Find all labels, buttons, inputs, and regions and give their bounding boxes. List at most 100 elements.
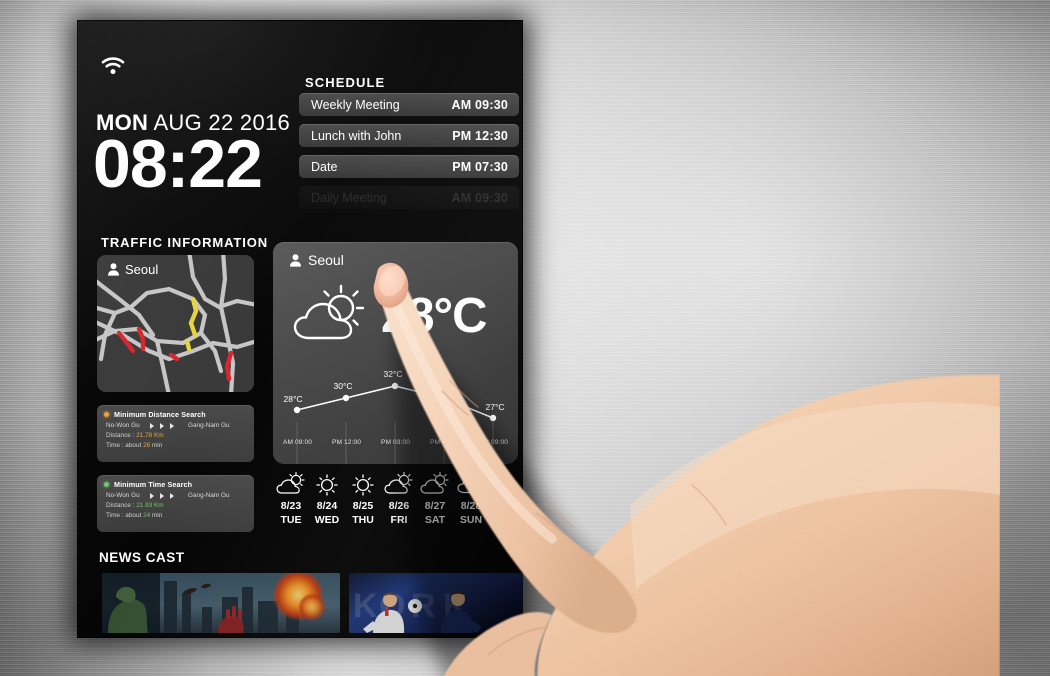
- route-name: Minimum Distance Search: [114, 410, 206, 419]
- traffic-map-city: Seoul: [107, 262, 158, 277]
- forecast-date: 8/26: [388, 500, 410, 512]
- forecast-day[interactable]: 8/28 SUN: [453, 472, 489, 540]
- schedule-item[interactable]: Lunch with John PM 12:30: [299, 124, 519, 147]
- schedule-title: SCHEDULE: [305, 75, 386, 90]
- weather-city-label: Seoul: [308, 252, 344, 268]
- route-card-minimum-distance[interactable]: Minimum Distance Search No-Won Gu Gang-N…: [97, 405, 254, 462]
- route-time-unit: min: [151, 442, 163, 449]
- weather-current: 28°C: [289, 284, 487, 348]
- forecast-day[interactable]: 8/23 TUE: [273, 472, 309, 540]
- wifi-icon: [101, 57, 125, 75]
- forecast-dow: WED: [314, 514, 340, 526]
- forecast-dow: M: [502, 514, 512, 526]
- forecast-date: 8/23: [280, 500, 302, 512]
- schedule-item[interactable]: Date PM 07:30: [299, 155, 519, 178]
- schedule-item-time: PM 12:30: [452, 128, 508, 143]
- weather-hourly-chart: 28°C 30°C 32°C 27°C: [284, 369, 505, 464]
- partly-cloudy-icon: [276, 472, 305, 494]
- route-distance-label: Distance :: [106, 432, 135, 439]
- chart-tick-label: AM 09:00: [282, 439, 313, 446]
- forecast-day[interactable]: 8/26 FRI: [381, 472, 417, 540]
- forecast-date: 8/27: [424, 500, 446, 512]
- chart-point-label: 32°C: [384, 369, 403, 379]
- partly-cloudy-icon: [384, 472, 413, 494]
- clock-time: 08:22: [93, 126, 263, 202]
- route-time: Time : about 24 min: [97, 509, 254, 519]
- route-distance: Distance : 21.78 Km: [97, 429, 254, 439]
- route-time-label: Time : about: [106, 512, 142, 519]
- news-thumbnail-movie-graphic: [102, 573, 340, 633]
- chart-tick-label: PM 09:00: [478, 439, 509, 446]
- route-time-value: 26: [143, 442, 151, 449]
- schedule-item-time: PM 07:30: [452, 159, 508, 174]
- route-arrow-icons: [150, 492, 174, 499]
- schedule-item-label: Weekly Meeting: [311, 97, 400, 112]
- news-thumbnail-sports-graphic: KO RK: [349, 573, 523, 633]
- location-pin-icon: [108, 263, 119, 276]
- touch-display-panel[interactable]: MON AUG 22 2016 08:22 SCHEDULE Weekly Me…: [77, 20, 523, 638]
- weather-card[interactable]: Seoul 28°C 28°C 30°C 32°C 27°C AM 09:00 …: [273, 242, 518, 464]
- traffic-section-title: TRAFFIC INFORMATION: [101, 235, 269, 250]
- route-card-minimum-time[interactable]: Minimum Time Search No-Won Gu Gang-Nam G…: [97, 475, 254, 532]
- route-arrow-icons: [150, 422, 174, 429]
- forecast-day[interactable]: 8/ M: [489, 472, 523, 540]
- news-thumbnail-movie[interactable]: [102, 573, 340, 633]
- route-status-dot: [104, 412, 109, 417]
- route-distance-label: Distance :: [106, 502, 135, 509]
- route-card-header: Minimum Distance Search: [97, 405, 254, 419]
- weather-hourly-times: AM 09:00 PM 12:00 PM 03:00 PM 06:00 PM 0…: [273, 439, 518, 446]
- weather-forecast-strip: 8/23 TUE 8/24 WED 8/25 THU 8/26 FRI 8/27…: [273, 472, 523, 540]
- forecast-dow: SAT: [424, 514, 446, 526]
- route-time-unit: min: [151, 512, 163, 519]
- route-from: No-Won Gu: [106, 422, 140, 429]
- news-section-title: NEWS CAST: [99, 550, 185, 565]
- forecast-dow: SUN: [459, 514, 483, 526]
- route-status-dot: [104, 482, 109, 487]
- schedule-item-label: Date: [311, 159, 338, 174]
- schedule-item-time: AM 09:30: [451, 97, 508, 112]
- schedule-item[interactable]: Daily Meeting AM 09:30: [299, 186, 519, 209]
- location-pin-icon: [290, 253, 301, 267]
- route-name: Minimum Time Search: [114, 480, 193, 489]
- schedule-list: Weekly Meeting AM 09:30 Lunch with John …: [299, 93, 519, 217]
- forecast-date: 8/28: [460, 500, 482, 512]
- cloudy-icon: [493, 477, 520, 494]
- schedule-item[interactable]: Weekly Meeting AM 09:30: [299, 93, 519, 116]
- route-distance-value: 21.78 Km: [136, 432, 164, 439]
- route-to: Gang-Nam Gu: [188, 422, 230, 429]
- route-distance: Distance : 21.93 Km: [97, 499, 254, 509]
- route-time: Time : about 26 min: [97, 439, 254, 449]
- forecast-dow: FRI: [390, 514, 408, 526]
- chart-tick-label: PM 06:00: [429, 439, 460, 446]
- forecast-date: 8/25: [352, 500, 374, 512]
- route-time-value: 24: [143, 512, 151, 519]
- route-card-header: Minimum Time Search: [97, 475, 254, 489]
- route-endpoints: No-Won Gu Gang-Nam Gu: [97, 489, 254, 499]
- schedule-item-label: Lunch with John: [311, 128, 402, 143]
- chart-tick-label: PM 12:00: [331, 439, 362, 446]
- sunny-icon: [352, 474, 374, 496]
- forecast-day[interactable]: 8/24 WED: [309, 472, 345, 540]
- forecast-dow: TUE: [280, 514, 302, 526]
- chart-point-label: 28°C: [284, 394, 303, 404]
- partly-cloudy-icon: [420, 472, 449, 494]
- chart-point-label: 27°C: [486, 402, 505, 412]
- route-to: Gang-Nam Gu: [188, 492, 230, 499]
- schedule-item-label: Daily Meeting: [311, 190, 387, 205]
- traffic-map-city-label: Seoul: [125, 262, 159, 277]
- forecast-day[interactable]: 8/25 THU: [345, 472, 381, 540]
- weather-current-temp: 28°C: [381, 288, 487, 343]
- forecast-dow: THU: [352, 514, 374, 526]
- sunny-icon: [316, 474, 338, 496]
- forecast-date: 8/24: [316, 500, 338, 512]
- traffic-map-card[interactable]: Seoul: [97, 255, 254, 392]
- forecast-day[interactable]: 8/27 SAT: [417, 472, 453, 540]
- forecast-date: 8/: [502, 500, 512, 512]
- chart-tick-label: PM 03:00: [380, 439, 411, 446]
- weather-city: Seoul: [289, 252, 344, 268]
- cloudy-icon: [457, 477, 484, 494]
- route-endpoints: No-Won Gu Gang-Nam Gu: [97, 419, 254, 429]
- partly-cloudy-icon: [293, 284, 365, 340]
- chart-point-label: 30°C: [334, 381, 353, 391]
- news-thumbnail-sports[interactable]: KO RK: [349, 573, 523, 633]
